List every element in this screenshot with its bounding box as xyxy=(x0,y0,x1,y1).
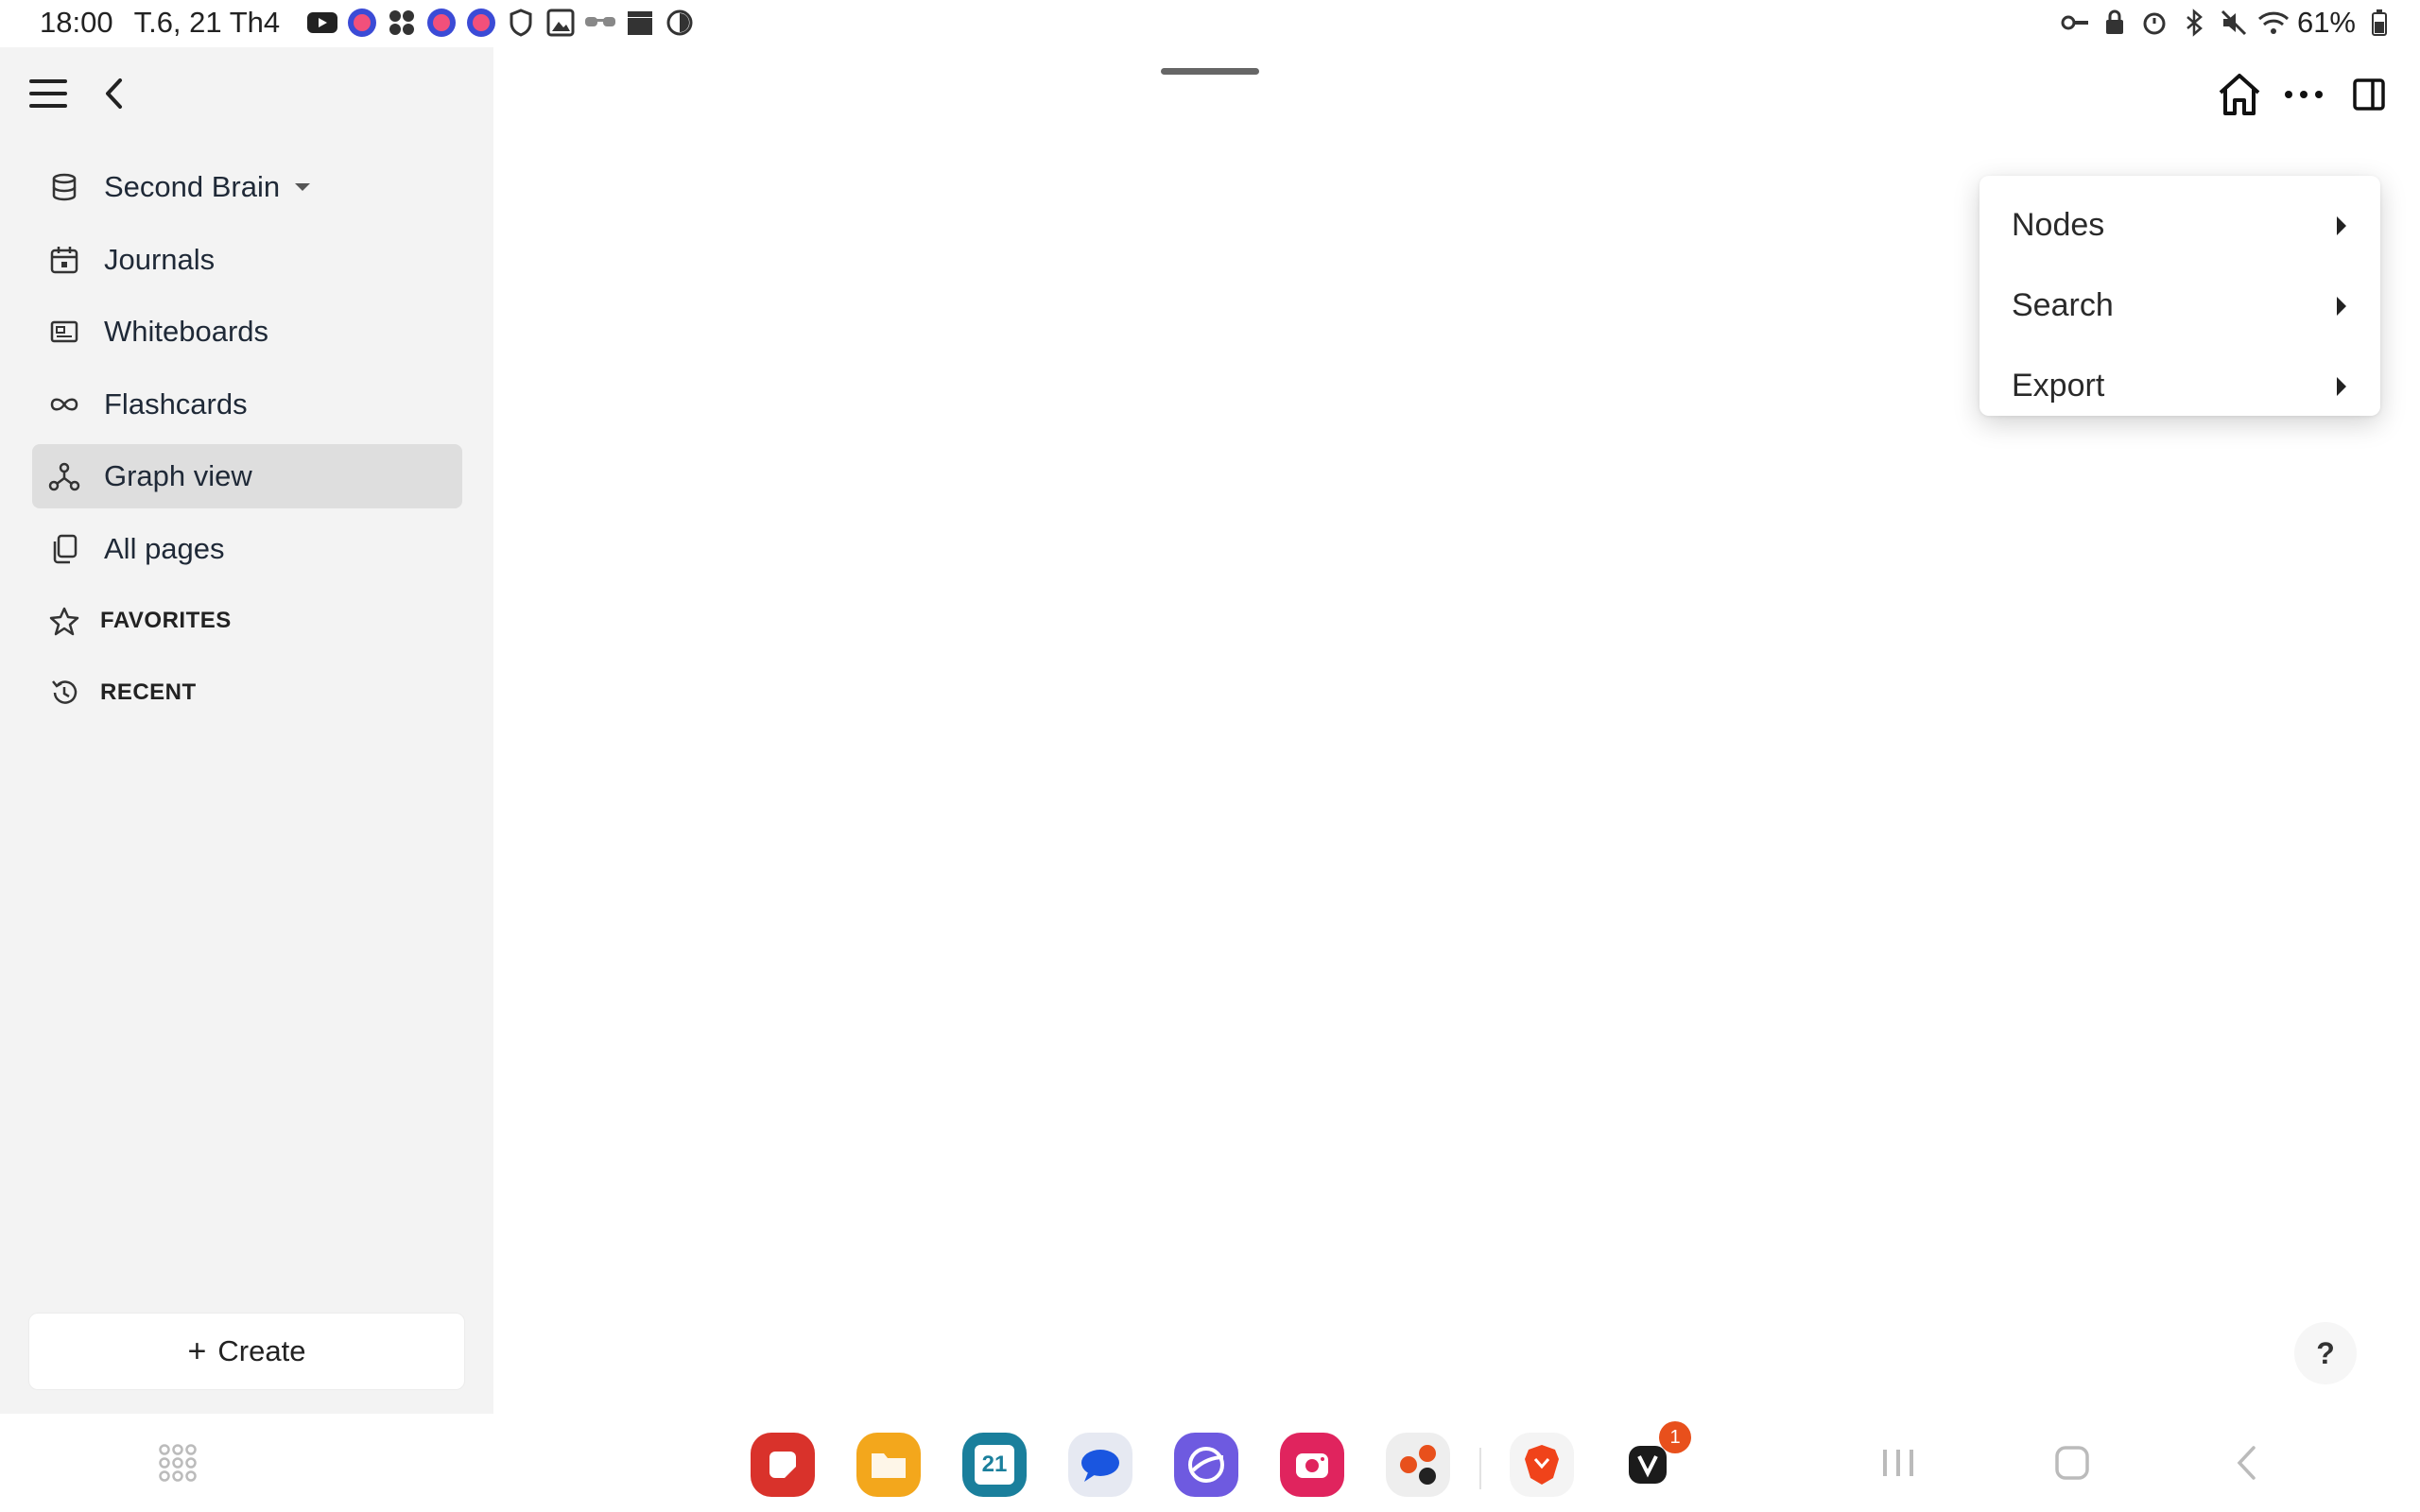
back-button[interactable] xyxy=(85,67,142,124)
infinity-icon xyxy=(47,387,81,421)
graph-options-menu: Nodes Search Export xyxy=(1979,176,2380,416)
more-horizontal-icon xyxy=(2283,88,2325,105)
lazada-icon-2 xyxy=(425,7,458,39)
calendar-icon xyxy=(47,243,81,277)
calendar-app-icon[interactable]: 21 xyxy=(962,1433,1027,1497)
sidebar-item-flashcards[interactable]: Flashcards xyxy=(32,372,462,437)
home-button[interactable] xyxy=(2211,68,2268,125)
home-icon xyxy=(2216,72,2263,122)
app-drawer-button[interactable] xyxy=(149,1436,206,1493)
menu-item-search[interactable]: Search xyxy=(1979,266,2380,346)
sidebar-item-label: Second Brain xyxy=(104,170,281,203)
mute-icon xyxy=(2218,7,2250,39)
camera-app-icon[interactable] xyxy=(1280,1433,1344,1497)
home-nav-icon xyxy=(2053,1444,2091,1486)
key-icon xyxy=(2059,7,2091,39)
help-button[interactable]: ? xyxy=(2294,1322,2357,1384)
star-icon xyxy=(47,606,81,636)
dark-mode-icon xyxy=(664,7,696,39)
sidebar-item-second-brain[interactable]: Second Brain xyxy=(32,155,462,219)
menu-item-export[interactable]: Export xyxy=(1979,346,2380,426)
sidebar-item-all-pages[interactable]: All pages xyxy=(32,517,462,581)
menu-item-label: Search xyxy=(2012,287,2114,323)
caret-right-icon xyxy=(2337,296,2346,316)
vimeo-app-icon[interactable]: 1 xyxy=(1616,1421,1691,1497)
lazada-icon xyxy=(346,7,378,39)
caret-down-icon[interactable] xyxy=(295,183,311,191)
home-nav-button[interactable] xyxy=(2044,1436,2100,1493)
shield-icon xyxy=(505,7,537,39)
files-app-icon[interactable] xyxy=(856,1433,921,1497)
history-icon xyxy=(47,678,81,708)
database-icon xyxy=(47,170,81,204)
taskbar: 21 1 xyxy=(0,1414,2420,1512)
help-label: ? xyxy=(2316,1335,2335,1370)
status-time: 18:00 xyxy=(40,6,113,39)
pages-icon xyxy=(47,532,81,566)
sidebar-item-label: Graph view xyxy=(104,459,252,492)
menu-button[interactable] xyxy=(20,67,77,124)
menu-item-nodes[interactable]: Nodes xyxy=(1979,185,2380,266)
battery-percent: 61% xyxy=(2296,6,2356,39)
sidebar-item-graph-view[interactable]: Graph view xyxy=(32,444,462,508)
caret-right-icon xyxy=(2337,215,2346,235)
recent-apps-button[interactable] xyxy=(1870,1436,1927,1493)
whiteboard-icon xyxy=(47,315,81,349)
left-sidebar: Second Brain Journals Whiteboards Flashc… xyxy=(0,47,493,1414)
create-button[interactable]: + Create xyxy=(28,1313,465,1390)
lazada-icon-3 xyxy=(465,7,497,39)
toggle-right-sidebar-button[interactable] xyxy=(2341,68,2397,125)
sidebar-section-label: FAVORITES xyxy=(100,608,232,633)
calendar-day: 21 xyxy=(975,1445,1014,1485)
sidebar-item-label: All pages xyxy=(104,531,225,565)
sidebar-item-label: Whiteboards xyxy=(104,315,269,348)
chevron-left-icon xyxy=(102,77,125,115)
sidebar-item-label: Flashcards xyxy=(104,387,248,421)
sidebar-section-favorites[interactable]: FAVORITES xyxy=(32,589,462,653)
sidebar-item-whiteboards[interactable]: Whiteboards xyxy=(32,300,462,364)
wifi-icon xyxy=(2257,7,2290,39)
youtube-icon xyxy=(306,7,338,39)
status-bar: 18:00 T.6, 21 Th4 61% xyxy=(0,0,2420,47)
create-label: Create xyxy=(217,1334,306,1367)
notes-app-icon[interactable] xyxy=(751,1433,815,1497)
menu-item-label: Nodes xyxy=(2012,207,2105,243)
brave-app-icon[interactable] xyxy=(1510,1433,1574,1497)
menu-item-label: Export xyxy=(2012,368,2105,404)
clapper-icon xyxy=(624,7,656,39)
notification-icons xyxy=(306,7,696,39)
battery-icon xyxy=(2363,7,2395,39)
sidebar-item-label: Journals xyxy=(104,242,216,276)
sidebar-section-label: RECENT xyxy=(100,679,197,705)
bluetooth-icon xyxy=(2178,7,2210,39)
drag-handle[interactable] xyxy=(1161,68,1259,75)
caret-right-icon xyxy=(2337,376,2346,396)
status-date: T.6, 21 Th4 xyxy=(133,6,281,39)
app-pair-icon[interactable] xyxy=(1386,1433,1450,1497)
messages-app-icon[interactable] xyxy=(1068,1433,1132,1497)
image-icon xyxy=(544,7,577,39)
back-nav-icon xyxy=(2235,1444,2257,1486)
apps-dots-icon xyxy=(386,7,418,39)
sidebar-section-recent[interactable]: RECENT xyxy=(32,661,462,725)
recent-apps-icon xyxy=(1879,1446,1917,1485)
internet-app-icon[interactable] xyxy=(1174,1433,1238,1497)
taskbar-divider xyxy=(1479,1448,1481,1489)
plus-icon: + xyxy=(187,1332,207,1369)
lock-icon xyxy=(2099,7,2131,39)
more-options-button[interactable] xyxy=(2275,68,2332,125)
sidebar-item-journals[interactable]: Journals xyxy=(32,228,462,292)
hamburger-icon xyxy=(27,77,69,115)
sidebar-nav: Second Brain Journals Whiteboards Flashc… xyxy=(32,155,462,732)
app-grid-icon xyxy=(158,1443,198,1487)
sidebar-panel-icon xyxy=(2352,77,2386,116)
notification-badge: 1 xyxy=(1659,1421,1691,1453)
graph-icon xyxy=(47,459,81,493)
glasses-icon xyxy=(584,7,616,39)
back-nav-button[interactable] xyxy=(2218,1436,2274,1493)
alarm-icon xyxy=(2138,7,2170,39)
